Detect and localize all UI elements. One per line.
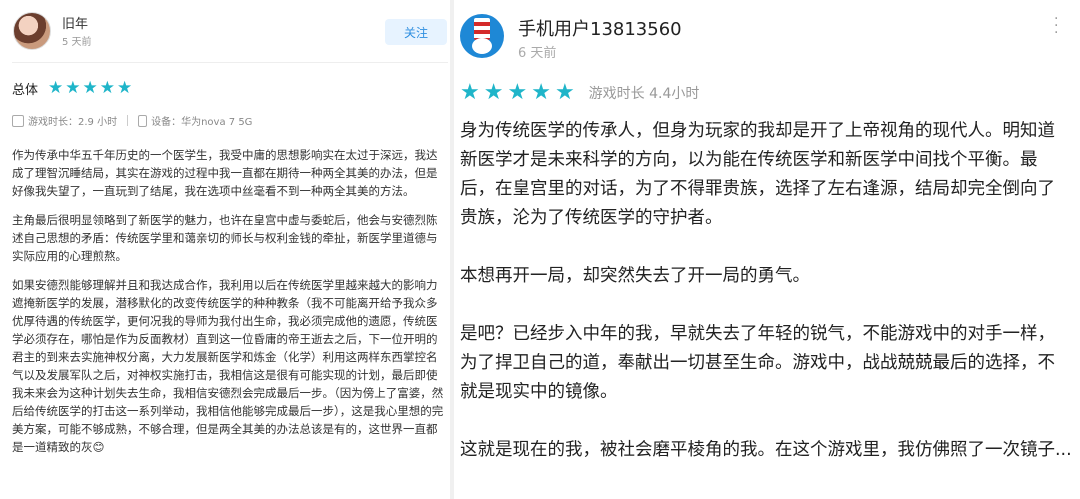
follow-button[interactable]: 关注 xyxy=(385,19,447,45)
user-name[interactable]: 旧年 xyxy=(62,13,88,32)
face-icon xyxy=(472,38,492,54)
avatar[interactable] xyxy=(460,14,504,58)
review-paragraph: 本想再开一局，却突然失去了开一局的勇气。 xyxy=(460,266,810,286)
review-paragraph: 主角最后很明显领略到了新医学的魅力，也许在皇宫中虚与委蛇后，他会与安德烈陈述自己… xyxy=(12,213,438,263)
star-icon: ★ xyxy=(531,80,551,105)
divider xyxy=(127,115,129,126)
overall-rating: 总体 ★ ★ ★ ★ ★ xyxy=(12,79,134,99)
review-card-left: 旧年 5 天前 关注 总体 ★ ★ ★ ★ ★ 游戏时长：2.9 小时 设备：华… xyxy=(0,0,450,499)
hat-icon xyxy=(474,18,490,40)
device: 设备：华为nova 7 5G xyxy=(151,117,253,128)
star-icon: ★ xyxy=(48,78,64,98)
star-icon: ★ xyxy=(65,78,81,98)
star-icon: ★ xyxy=(460,80,480,105)
star-icon: ★ xyxy=(99,78,116,98)
star-icon: ★ xyxy=(554,80,575,105)
phone-icon xyxy=(138,114,148,127)
review-paragraph: 这就是现在的我，被社会磨平棱角的我。在这个游戏里，我仿佛照了一次镜子... xyxy=(460,440,1072,460)
playtime: 游戏时长 4.4小时 xyxy=(588,86,700,102)
review-text: 身为传统医学的传承人，但身为玩家的我却是开了上帝视角的现代人。明知道新医学才是未… xyxy=(460,117,1072,494)
review-time: 6 天前 xyxy=(518,46,557,61)
gamepad-icon xyxy=(12,114,24,127)
review-meta: 游戏时长：2.9 小时 设备：华为nova 7 5G xyxy=(12,113,252,128)
star-icon: ★ xyxy=(507,80,528,105)
star-icon: ★ xyxy=(483,80,504,105)
review-paragraph: 如果安德烈能够理解并且和我达成合作，我利用以后在传统医学里越来越大的影响力遮掩新… xyxy=(12,278,444,454)
divider xyxy=(12,62,448,63)
star-rating: ★ ★ ★ ★ ★ xyxy=(48,80,134,97)
rating-label: 总体 xyxy=(12,83,39,98)
more-options-icon[interactable]: · · · xyxy=(1054,12,1060,40)
review-paragraph: 身为传统医学的传承人，但身为玩家的我却是开了上帝视角的现代人。明知道新医学才是未… xyxy=(460,121,1055,228)
review-text: 作为传承中华五千年历史的一个医学生，我受中庸的思想影响实在太过于深远，我达成了理… xyxy=(12,146,448,467)
user-name[interactable]: 手机用户13813560 xyxy=(518,15,682,41)
review-paragraph: 是吧？已经步入中年的我，早就失去了年轻的锐气，不能游戏中的对手一样，为了捍卫自己… xyxy=(460,324,1055,402)
review-paragraph: 作为传承中华五千年历史的一个医学生，我受中庸的思想影响实在太过于深远，我达成了理… xyxy=(12,148,438,198)
star-rating: ★ ★ ★ ★ ★ xyxy=(460,82,579,104)
review-card-right: 手机用户13813560 6 天前 · · · ★ ★ ★ ★ ★ 游戏时长 4.4… xyxy=(454,0,1080,499)
overall-rating: ★ ★ ★ ★ ★ 游戏时长 4.4小时 xyxy=(460,82,699,104)
playtime: 游戏时长：2.9 小时 xyxy=(28,117,118,128)
review-time: 5 天前 xyxy=(62,37,92,48)
avatar[interactable] xyxy=(13,12,51,50)
star-icon: ★ xyxy=(82,78,98,98)
star-icon: ★ xyxy=(117,78,133,98)
